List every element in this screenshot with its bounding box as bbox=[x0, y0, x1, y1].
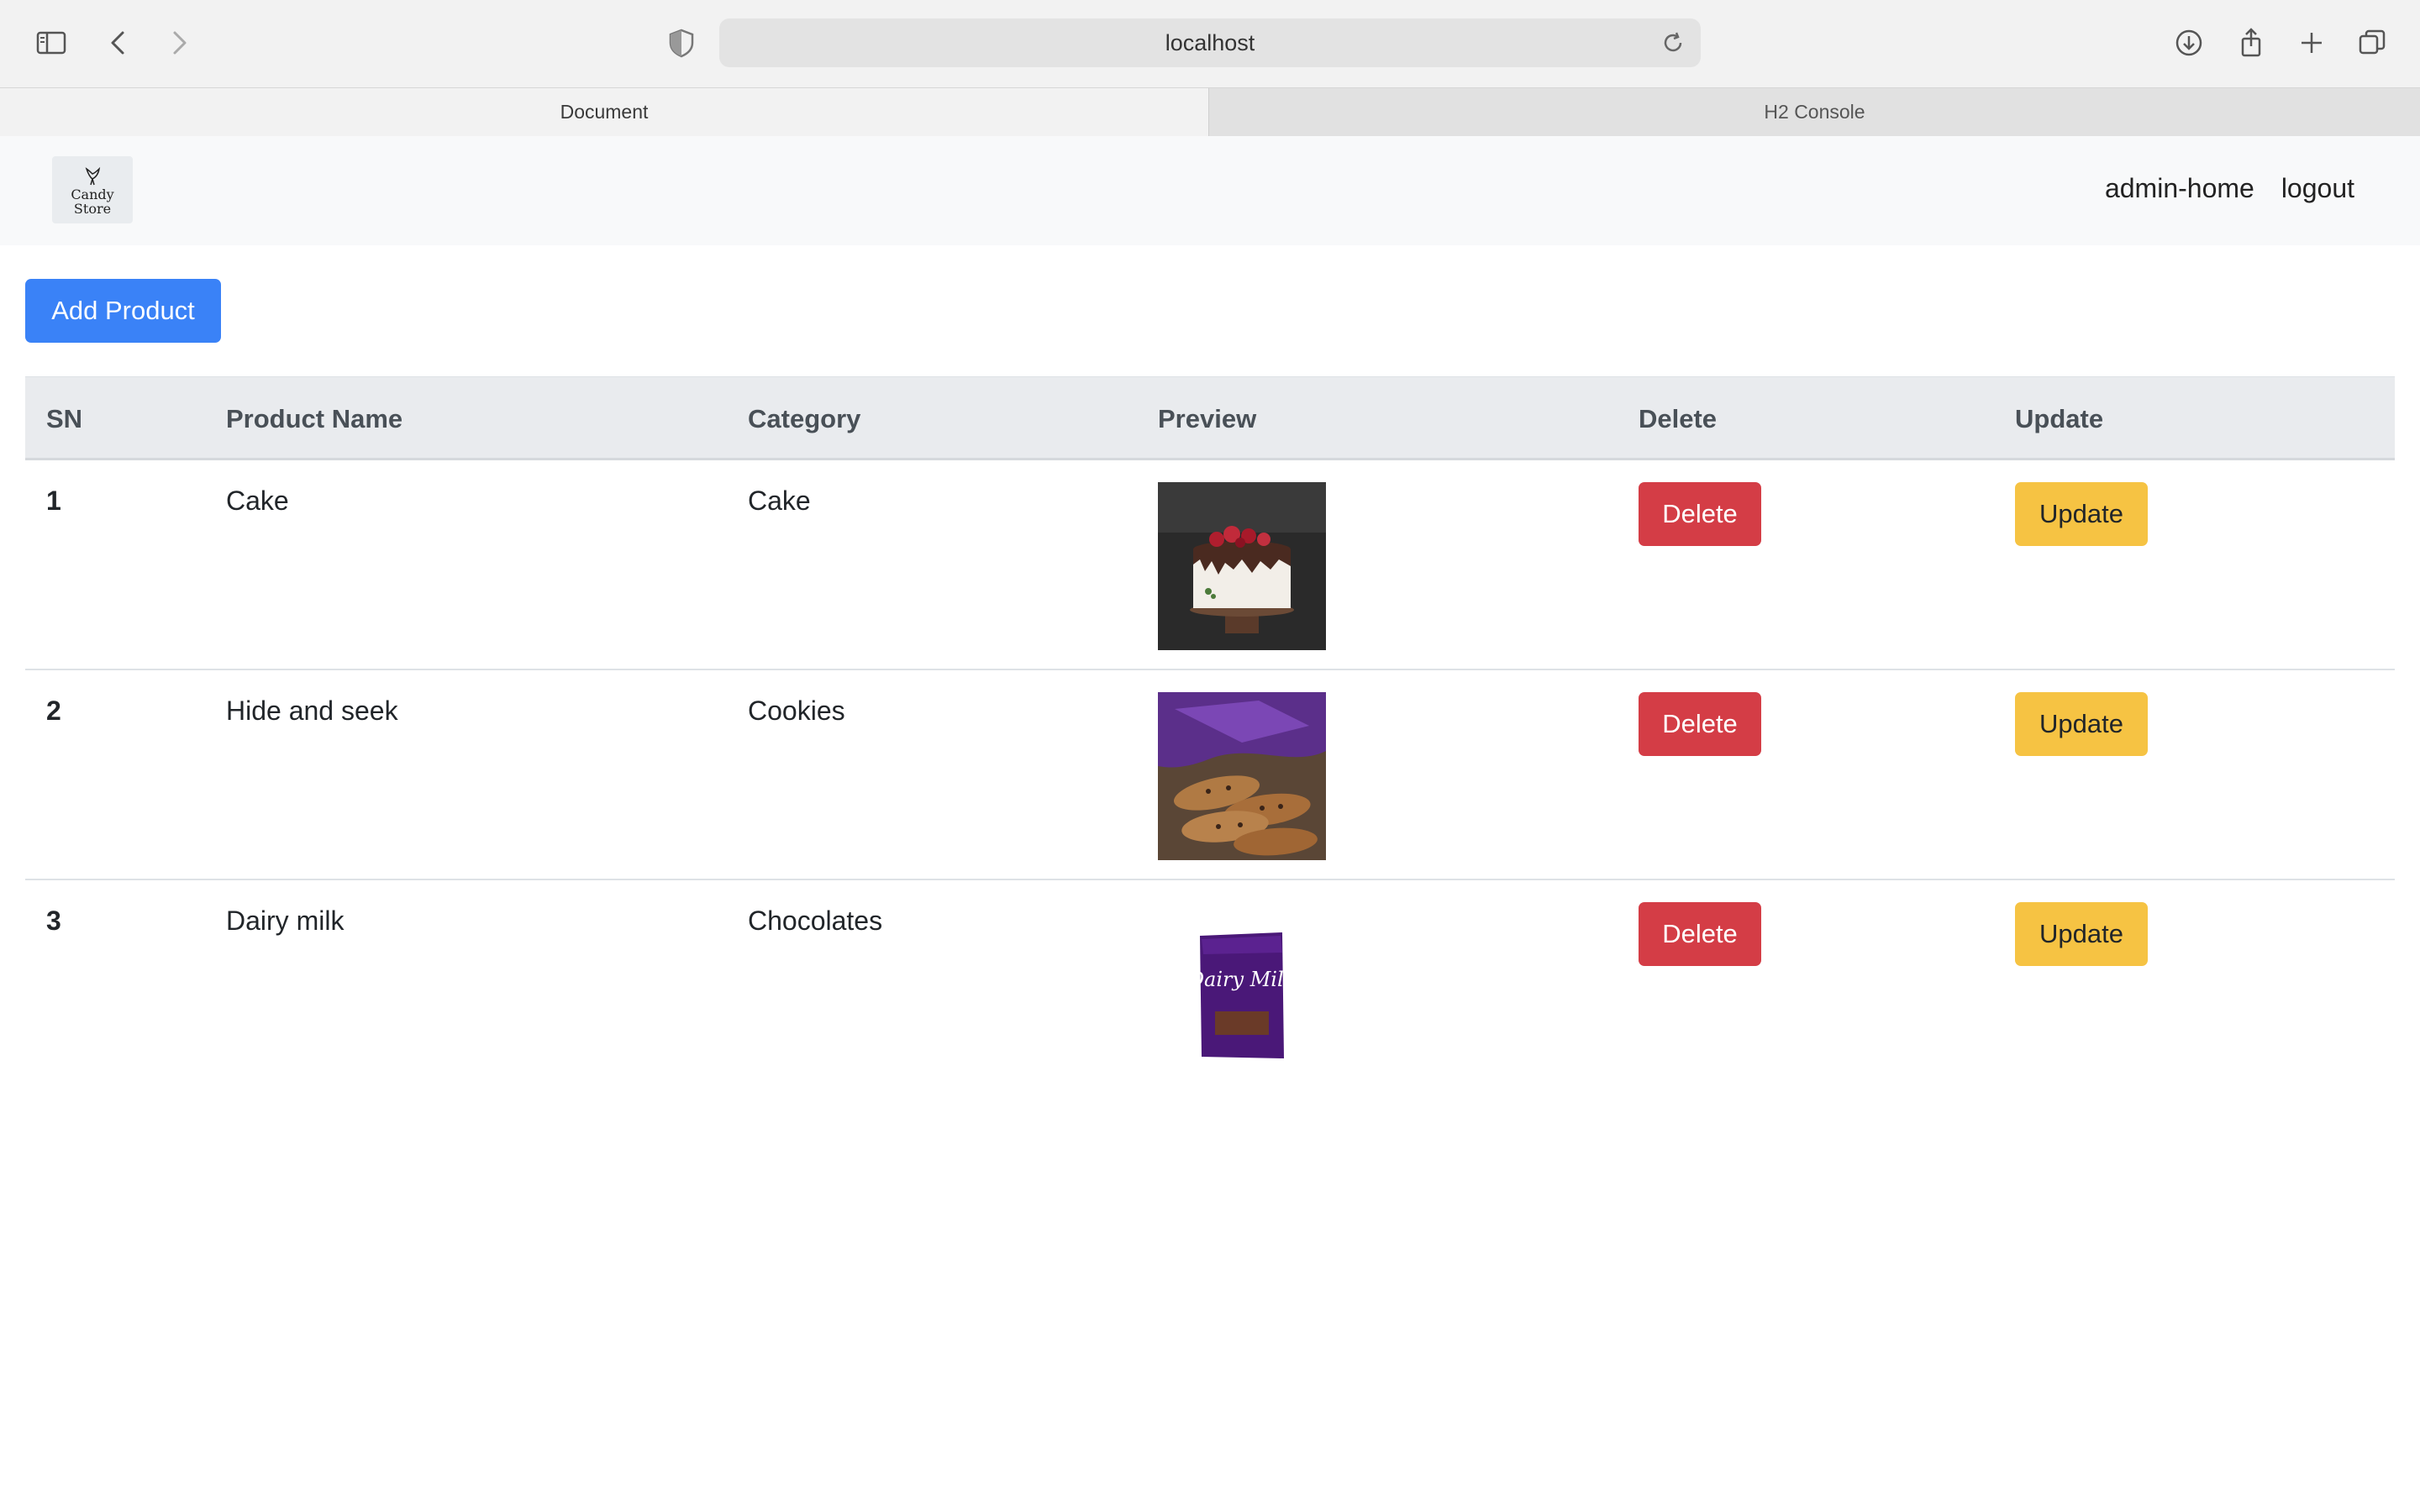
row-product-name: Dairy milk bbox=[226, 906, 345, 936]
header-sn: SN bbox=[46, 404, 83, 433]
logout-link[interactable]: logout bbox=[2281, 173, 2354, 204]
delete-button[interactable]: Delete bbox=[1639, 902, 1761, 966]
header-update: Update bbox=[2015, 404, 2104, 433]
shield-icon[interactable] bbox=[657, 18, 706, 67]
tab-label: Document bbox=[560, 101, 649, 123]
row-product-name: Cake bbox=[226, 486, 289, 516]
chocolate-image: Dairy Milk bbox=[1158, 902, 1326, 1070]
row-product-name: Hide and seek bbox=[226, 696, 398, 726]
tab-label: H2 Console bbox=[1764, 101, 1865, 123]
svg-text:Dairy Milk: Dairy Milk bbox=[1187, 968, 1296, 991]
logo-line-2: Store bbox=[73, 201, 112, 217]
table-header: SN Product Name Category Preview Delete … bbox=[25, 376, 2395, 460]
table-row: 3 Dairy milk Chocolates Dairy Milk Delet… bbox=[25, 880, 2395, 1090]
row-sn: 1 bbox=[46, 486, 61, 516]
cake-image bbox=[1158, 482, 1326, 650]
row-category: Chocolates bbox=[748, 906, 883, 936]
update-button[interactable]: Update bbox=[2015, 902, 2148, 966]
add-product-button[interactable]: Add Product bbox=[25, 279, 221, 343]
url-text: localhost bbox=[1165, 29, 1255, 55]
browser-toolbar: localhost bbox=[0, 0, 2420, 87]
navbar: Candy Store admin-home logout bbox=[0, 136, 2420, 245]
header-product-name: Product Name bbox=[226, 404, 403, 433]
header-delete: Delete bbox=[1639, 404, 1718, 433]
nav-links: admin-home logout bbox=[2105, 173, 2354, 204]
tab-h2-console[interactable]: H2 Console bbox=[1208, 88, 2420, 136]
share-icon[interactable] bbox=[2227, 18, 2275, 67]
back-icon[interactable] bbox=[94, 18, 143, 67]
header-preview: Preview bbox=[1158, 404, 1257, 433]
tab-document[interactable]: Document bbox=[0, 88, 1208, 136]
row-sn: 3 bbox=[46, 906, 61, 936]
tab-overview-icon[interactable] bbox=[2348, 18, 2396, 67]
table-row: 1 Cake Cake Delete Update bbox=[25, 460, 2395, 670]
row-sn: 2 bbox=[46, 696, 61, 726]
update-button[interactable]: Update bbox=[2015, 482, 2148, 546]
downloads-icon[interactable] bbox=[2165, 18, 2213, 67]
row-category: Cookies bbox=[748, 696, 845, 726]
header-category: Category bbox=[748, 404, 861, 433]
logo-line-1: Candy bbox=[71, 186, 114, 202]
reload-icon[interactable] bbox=[1657, 27, 1689, 59]
forward-icon[interactable] bbox=[155, 18, 203, 67]
address-bar[interactable]: localhost bbox=[719, 18, 1701, 67]
admin-home-link[interactable]: admin-home bbox=[2105, 173, 2254, 204]
row-category: Cake bbox=[748, 486, 811, 516]
candy-store-logo[interactable]: Candy Store bbox=[52, 156, 133, 223]
cookies-image bbox=[1158, 692, 1326, 860]
logo-text: Candy Store bbox=[63, 187, 122, 216]
new-tab-icon[interactable] bbox=[2287, 18, 2336, 67]
delete-button[interactable]: Delete bbox=[1639, 692, 1761, 756]
table-row: 2 Hide and seek Cookies Delete Update bbox=[25, 670, 2395, 880]
sidebar-toggle-icon[interactable] bbox=[27, 18, 76, 67]
bird-icon bbox=[85, 166, 101, 186]
tab-bar: Document H2 Console bbox=[0, 87, 2420, 136]
delete-button[interactable]: Delete bbox=[1639, 482, 1761, 546]
update-button[interactable]: Update bbox=[2015, 692, 2148, 756]
